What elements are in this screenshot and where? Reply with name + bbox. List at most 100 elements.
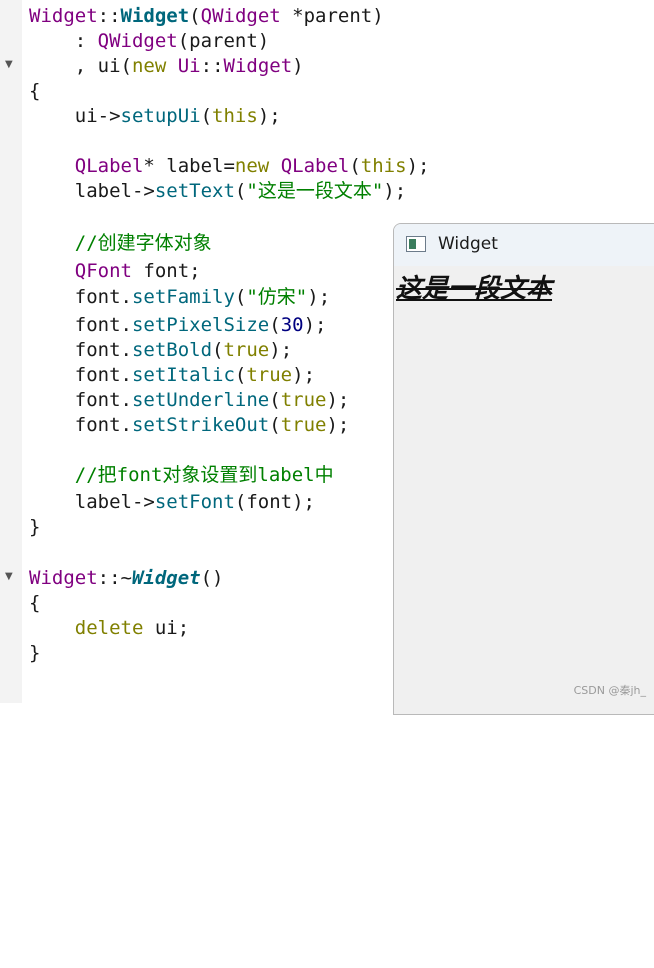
code-token: Widget — [131, 567, 201, 589]
code-token: QLabel — [280, 155, 350, 177]
code-token: } — [29, 516, 41, 538]
code-line: ui->setupUi(this); — [29, 104, 281, 129]
code-token: "仿宋" — [246, 286, 308, 308]
code-token: :: — [97, 5, 121, 27]
code-token: setText — [154, 180, 235, 202]
code-token: Widget — [29, 567, 98, 589]
code-token: ); — [292, 364, 316, 386]
code-line: { — [29, 591, 40, 616]
code-token: ( — [349, 155, 361, 177]
code-token: ); — [406, 155, 430, 177]
code-line: : QWidget(parent) — [29, 29, 269, 54]
code-token: ); — [326, 389, 350, 411]
preview-window[interactable]: Widget 这是一段文本 — [393, 223, 654, 715]
code-line: Widget::~Widget() — [29, 566, 224, 591]
code-line: font.setItalic(true); — [29, 363, 315, 388]
code-token: 30 — [280, 314, 304, 336]
code-token: font. — [29, 364, 132, 386]
code-comment: //把font对象设置到label中 — [74, 464, 334, 486]
fold-toggle-icon[interactable]: ▼ — [5, 60, 13, 70]
code-token: ); — [383, 180, 407, 202]
code-line: //创建字体对象 — [29, 231, 212, 256]
code-token: } — [29, 642, 41, 664]
code-token: ); — [269, 339, 293, 361]
code-token: QWidget — [200, 5, 281, 27]
code-line: , ui(new Ui::Widget) — [29, 54, 304, 79]
code-token: new — [234, 155, 270, 177]
code-token: (font); — [234, 491, 315, 513]
code-token: QWidget — [97, 30, 178, 52]
code-token: this — [212, 105, 258, 127]
styled-label: 这是一段文本 — [396, 274, 553, 304]
code-token: : — [29, 30, 98, 52]
code-token: () — [200, 567, 224, 589]
code-token: ( — [234, 180, 247, 202]
code-line: { — [29, 79, 40, 104]
code-token: true — [280, 414, 327, 436]
code-line: label->setText("这是一段文本"); — [29, 179, 406, 204]
code-token: ( — [212, 339, 224, 361]
code-line: font.setBold(true); — [29, 338, 292, 363]
code-token: ( — [234, 286, 247, 308]
code-token: { — [29, 592, 41, 614]
code-line: delete ui; — [29, 616, 189, 641]
code-token: ); — [326, 414, 350, 436]
code-token: Ui — [177, 55, 201, 77]
code-token: Widget — [223, 55, 293, 77]
window-title-bar[interactable]: Widget — [394, 224, 654, 266]
code-token: font. — [29, 389, 132, 411]
fold-toggle-icon[interactable]: ▼ — [5, 572, 13, 582]
code-line: label->setFont(font); — [29, 490, 315, 515]
code-line: QFont font; — [29, 259, 201, 284]
code-line: } — [29, 515, 40, 540]
code-token: ) — [292, 55, 304, 77]
code-token: this — [360, 155, 407, 177]
code-token: ); — [303, 314, 327, 336]
code-token: ::~ — [97, 567, 132, 589]
code-token: QFont — [74, 260, 132, 282]
code-token: setStrikeOut — [131, 414, 270, 436]
code-token: new — [131, 55, 167, 77]
code-line: //把font对象设置到label中 — [29, 463, 334, 488]
code-line: font.setStrikeOut(true); — [29, 413, 350, 438]
watermark: CSDN @秦jh_ — [573, 684, 646, 697]
app-window-icon — [406, 236, 426, 252]
code-line: font.setPixelSize(30); — [29, 313, 327, 338]
code-token: Widget — [29, 5, 98, 27]
code-token: label-> — [29, 180, 155, 202]
code-token: font. — [29, 286, 132, 308]
code-token: , ui( — [29, 55, 132, 77]
code-token: ); — [257, 105, 281, 127]
code-token: setFont — [154, 491, 235, 513]
code-token: font. — [29, 414, 132, 436]
code-token: QLabel — [74, 155, 144, 177]
code-token: setItalic — [131, 364, 235, 386]
code-token: setupUi — [120, 105, 201, 127]
code-token: label-> — [29, 491, 155, 513]
code-token: font; — [131, 260, 201, 282]
code-token: *parent) — [280, 5, 384, 27]
code-token: ui; — [143, 617, 190, 639]
code-token: (parent) — [177, 30, 270, 52]
code-token: setPixelSize — [131, 314, 270, 336]
code-token: :: — [200, 55, 224, 77]
code-token: { — [29, 80, 41, 102]
code-token: setUnderline — [131, 389, 270, 411]
code-token: true — [223, 339, 270, 361]
code-token: setBold — [131, 339, 213, 361]
code-line: QLabel* label=new QLabel(this); — [29, 154, 430, 179]
code-line: font.setFamily("仿宋"); — [29, 285, 330, 310]
code-token: delete — [74, 617, 144, 639]
code-token: font. — [29, 339, 132, 361]
code-token: ( — [234, 364, 247, 386]
code-line: Widget::Widget(QWidget *parent) — [29, 4, 384, 29]
code-token: * label= — [143, 155, 235, 177]
code-token: ); — [307, 286, 331, 308]
code-comment: //创建字体对象 — [74, 232, 212, 254]
